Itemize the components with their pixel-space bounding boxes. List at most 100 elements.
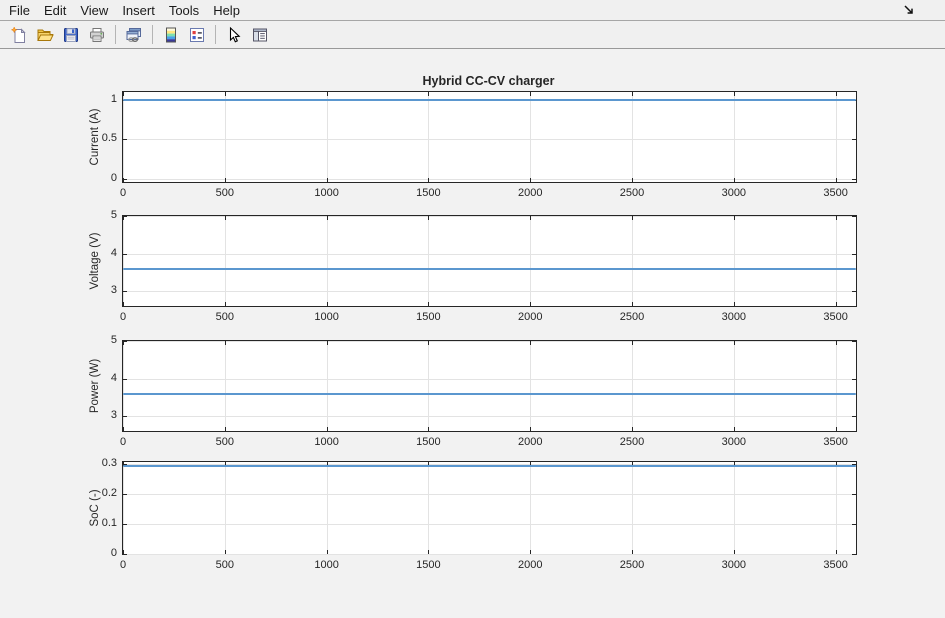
toolbar-separator [215,25,216,44]
x-tick-label: 2000 [517,436,543,448]
x-tick-mark [428,92,430,96]
y-tick-mark [123,341,127,342]
gridline-vertical [733,341,735,431]
gridline-vertical [123,216,124,306]
x-tick-mark [530,550,532,554]
x-tick-mark [428,302,430,306]
open-file-button[interactable] [32,23,58,47]
save-button[interactable] [58,23,84,47]
gridline-vertical [326,462,328,554]
copy-figure-icon [126,27,141,42]
side-panel-button[interactable] [247,23,273,47]
menu-view[interactable]: View [73,1,115,20]
y-tick-label: 0 [110,171,117,184]
properties-button[interactable] [184,23,210,47]
gridline-vertical [224,341,226,431]
x-tick-mark [733,92,735,96]
x-tick-label: 500 [215,559,234,571]
x-tick-label: 0 [119,436,127,448]
gridline-horizontal [123,378,856,380]
menubar: File Edit View Insert Tools Help [0,0,945,21]
x-tick-mark [733,302,735,306]
x-tick-mark [632,550,634,554]
gridline-horizontal [123,554,856,555]
open-folder-icon [37,29,54,41]
y-tick-mark [123,178,127,180]
gridline-vertical [326,216,328,306]
x-tick-label: 0 [119,187,127,199]
x-tick-label: 1000 [314,436,339,448]
colormap-button[interactable] [158,23,184,47]
chart-title: Hybrid CC-CV charger [422,74,555,88]
x-tick-mark [428,341,430,345]
gridline-vertical [326,92,328,182]
x-tick-mark [733,178,735,182]
x-tick-label: 1500 [416,436,441,448]
gridline-vertical [835,462,837,554]
gridline-vertical [123,92,124,182]
y-tick-mark [123,524,127,526]
print-icon [90,27,104,42]
x-tick-label: 1000 [314,559,339,571]
x-tick-label: 1000 [314,311,339,323]
toolbar-separator [115,25,116,44]
menu-insert[interactable]: Insert [115,1,162,20]
x-tick-label: 2500 [619,311,645,323]
gridline-vertical [326,341,328,431]
side-panel-icon [253,28,267,42]
x-tick-mark [224,178,226,182]
x-tick-label: 3500 [823,436,848,448]
x-tick-mark [835,178,837,182]
x-tick-label: 3000 [721,436,747,448]
y-tick-mark [123,253,127,255]
y-tick-label: 5 [110,209,117,221]
menu-edit[interactable]: Edit [37,1,73,20]
y-tick-mark [852,216,856,217]
x-tick-mark [835,302,837,306]
y-tick-label: 0 [110,547,117,559]
y-tick-label: 0.5 [101,132,117,145]
y-tick-mark [852,494,856,496]
x-tick-label: 2500 [619,559,645,571]
menu-help[interactable]: Help [206,1,247,20]
y-tick-mark [123,494,127,496]
axes-soc: SoC (-) 0 500 1000 1500 2000 2500 3000 3500 0 0.1… [89,457,857,571]
save-icon [64,27,78,42]
new-figure-button[interactable] [6,23,32,47]
gridline-horizontal [123,253,856,255]
print-button[interactable] [84,23,110,47]
x-tick-label: 3500 [823,559,848,571]
gridline-horizontal [123,178,856,180]
y-tick-label: 1 [110,92,117,105]
gridline-vertical [733,92,735,182]
gridline-vertical [428,462,430,554]
x-tick-mark [326,216,328,220]
figure-canvas: Hybrid CC-CV charger Current (A) 0 500 100… [0,49,945,618]
x-tick-label: 3500 [823,187,848,199]
menu-file[interactable]: File [2,1,37,20]
x-tick-mark [530,341,532,345]
gridline-vertical [530,216,532,306]
x-tick-mark [632,178,634,182]
x-tick-mark [224,341,226,345]
gridline-vertical [835,341,837,431]
gridline-horizontal [123,416,856,417]
x-tick-mark [835,550,837,554]
gridline-vertical [428,341,430,431]
new-document-icon [10,25,26,43]
x-tick-mark [632,302,634,306]
dock-arrow-icon[interactable] [903,4,915,16]
x-tick-mark [733,216,735,220]
y-tick-mark [852,178,856,180]
gridline-vertical [428,92,430,182]
pointer-tool-button[interactable] [221,23,247,47]
y-axis-label-power: Power (W) [89,358,101,414]
x-tick-mark [224,302,226,306]
y-tick-label: 5 [110,334,117,346]
menu-tools[interactable]: Tools [162,1,206,20]
x-tick-label: 1500 [416,559,441,571]
gridline-horizontal [123,216,856,217]
x-tick-label: 1000 [314,187,339,199]
copy-figure-button[interactable] [121,23,147,47]
gridline-vertical [530,462,532,554]
